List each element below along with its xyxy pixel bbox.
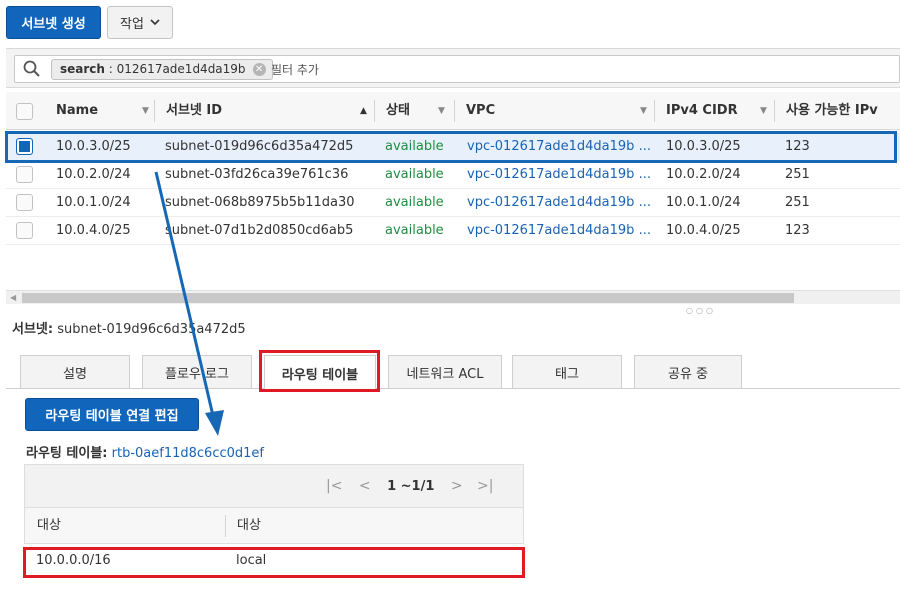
search-input[interactable]: search : 012617ade1d4da19b ✕ 필터 추가: [14, 55, 900, 83]
detail-subnet-line: 서브넷: subnet-019d96c6d35a472d5: [12, 318, 246, 337]
route-table-id-link[interactable]: rtb-0aef11d8c6cc0d1ef: [112, 446, 264, 461]
remove-token-icon[interactable]: ✕: [252, 63, 266, 76]
column-header-ipv4-cidr[interactable]: IPv4 CIDR: [666, 92, 756, 130]
cell-name: 10.0.4.0/25: [56, 223, 131, 238]
tab-sharing[interactable]: 공유 중: [634, 355, 742, 389]
table-row[interactable]: 10.0.1.0/24 subnet-068b8975b5b11da30 ava…: [6, 189, 900, 217]
cell-subnet-id: subnet-019d96c6d35a472d5: [165, 139, 354, 154]
sort-caret-icon[interactable]: ▼: [760, 92, 767, 130]
route-target: local: [236, 553, 267, 568]
cell-name: 10.0.1.0/24: [56, 195, 131, 210]
column-header-state[interactable]: 상태: [386, 92, 436, 130]
cell-available-ips: 123: [785, 139, 810, 154]
cell-name: 10.0.2.0/24: [56, 167, 131, 182]
table-row[interactable]: 10.0.3.0/25 subnet-019d96c6d35a472d5 ava…: [6, 133, 900, 161]
tab-tags[interactable]: 태그: [512, 355, 622, 389]
cell-subnet-id: subnet-03fd26ca39e761c36: [165, 167, 349, 182]
detail-subnet-value: subnet-019d96c6d35a472d5: [57, 322, 246, 337]
chevron-down-icon: [150, 19, 160, 26]
create-subnet-button[interactable]: 서브넷 생성: [6, 6, 101, 39]
cell-cidr: 10.0.3.0/25: [666, 139, 741, 154]
cell-vpc-link[interactable]: vpc-012617ade1d4da19b ...: [467, 189, 652, 217]
tab-network-acl[interactable]: 네트워크 ACL: [388, 355, 502, 389]
scroll-left-icon[interactable]: ◀: [10, 291, 16, 305]
column-header-target[interactable]: 대상: [237, 508, 261, 544]
pagination: |< < 1 ~1/1 > >|: [326, 464, 494, 508]
cell-vpc-link[interactable]: vpc-012617ade1d4da19b ...: [467, 133, 652, 161]
detail-subnet-label: 서브넷:: [12, 322, 54, 337]
search-token-value: 012617ade1d4da19b: [116, 62, 246, 76]
tab-flow-logs[interactable]: 플로우 로그: [142, 355, 252, 389]
search-token-key: search: [60, 62, 105, 76]
tab-description[interactable]: 설명: [20, 355, 130, 389]
add-filter-placeholder[interactable]: 필터 추가: [271, 61, 319, 78]
first-page-icon[interactable]: |<: [326, 478, 342, 494]
route-destination: 10.0.0.0/16: [36, 553, 111, 568]
actions-button[interactable]: 작업: [107, 6, 173, 39]
resize-handle-icon[interactable]: ○○○: [686, 306, 716, 315]
search-filter-token[interactable]: search : 012617ade1d4da19b ✕: [51, 59, 273, 80]
column-header-subnet-id[interactable]: 서브넷 ID: [166, 92, 346, 130]
route-table-line: 라우팅 테이블: rtb-0aef11d8c6cc0d1ef: [26, 442, 264, 461]
tab-divider: [6, 388, 900, 389]
route-table-label: 라우팅 테이블:: [26, 446, 108, 461]
edit-route-table-association-button[interactable]: 라우팅 테이블 연결 편집: [25, 398, 199, 431]
subnet-table-header: Name ▼ 서브넷 ID ▲ 상태 ▼ VPC ▼ IPv4 CIDR ▼ 사…: [6, 92, 900, 130]
cell-available-ips: 251: [785, 167, 810, 182]
column-header-vpc[interactable]: VPC: [466, 92, 526, 130]
tab-route-table[interactable]: 라우팅 테이블: [264, 355, 376, 390]
cell-name: 10.0.3.0/25: [56, 139, 131, 154]
cell-state: available: [385, 223, 444, 238]
cell-cidr: 10.0.1.0/24: [666, 195, 741, 210]
cell-state: available: [385, 139, 444, 154]
row-checkbox[interactable]: [16, 138, 33, 155]
table-row: 10.0.0.0/16 local: [24, 544, 524, 578]
horizontal-scrollbar[interactable]: ◀: [6, 290, 900, 304]
cell-state: available: [385, 195, 444, 210]
sort-caret-icon[interactable]: ▼: [640, 92, 647, 130]
next-page-icon[interactable]: >: [451, 478, 463, 494]
cell-state: available: [385, 167, 444, 182]
column-header-name[interactable]: Name: [56, 92, 136, 130]
actions-label: 작업: [120, 17, 144, 32]
row-checkbox[interactable]: [16, 222, 33, 239]
sort-caret-icon[interactable]: ▼: [142, 92, 149, 130]
row-checkbox[interactable]: [16, 194, 33, 211]
column-header-available-ips[interactable]: 사용 가능한 IPv: [786, 92, 898, 130]
last-page-icon[interactable]: >|: [477, 478, 493, 494]
prev-page-icon[interactable]: <: [359, 478, 371, 494]
cell-subnet-id: subnet-07d1b2d0850cd6ab5: [165, 223, 354, 238]
cell-available-ips: 123: [785, 223, 810, 238]
pagination-text: 1 ~1/1: [387, 479, 435, 494]
search-icon: [23, 60, 40, 77]
route-table-columns: 대상 대상: [24, 508, 524, 544]
cell-vpc-link[interactable]: vpc-012617ade1d4da19b ...: [467, 217, 652, 245]
table-row[interactable]: 10.0.4.0/25 subnet-07d1b2d0850cd6ab5 ava…: [6, 217, 900, 245]
search-bar: search : 012617ade1d4da19b ✕ 필터 추가: [6, 48, 900, 88]
scrollbar-thumb[interactable]: [22, 293, 794, 303]
cell-vpc-link[interactable]: vpc-012617ade1d4da19b ...: [467, 161, 652, 189]
sort-ascending-icon[interactable]: ▲: [360, 92, 367, 130]
row-checkbox[interactable]: [16, 166, 33, 183]
sort-caret-icon[interactable]: ▼: [438, 92, 445, 130]
cell-cidr: 10.0.4.0/25: [666, 223, 741, 238]
cell-subnet-id: subnet-068b8975b5b11da30: [165, 195, 355, 210]
table-row[interactable]: 10.0.2.0/24 subnet-03fd26ca39e761c36 ava…: [6, 161, 900, 189]
cell-cidr: 10.0.2.0/24: [666, 167, 741, 182]
select-all-checkbox[interactable]: [16, 103, 33, 120]
cell-available-ips: 251: [785, 195, 810, 210]
column-header-destination[interactable]: 대상: [37, 508, 61, 544]
